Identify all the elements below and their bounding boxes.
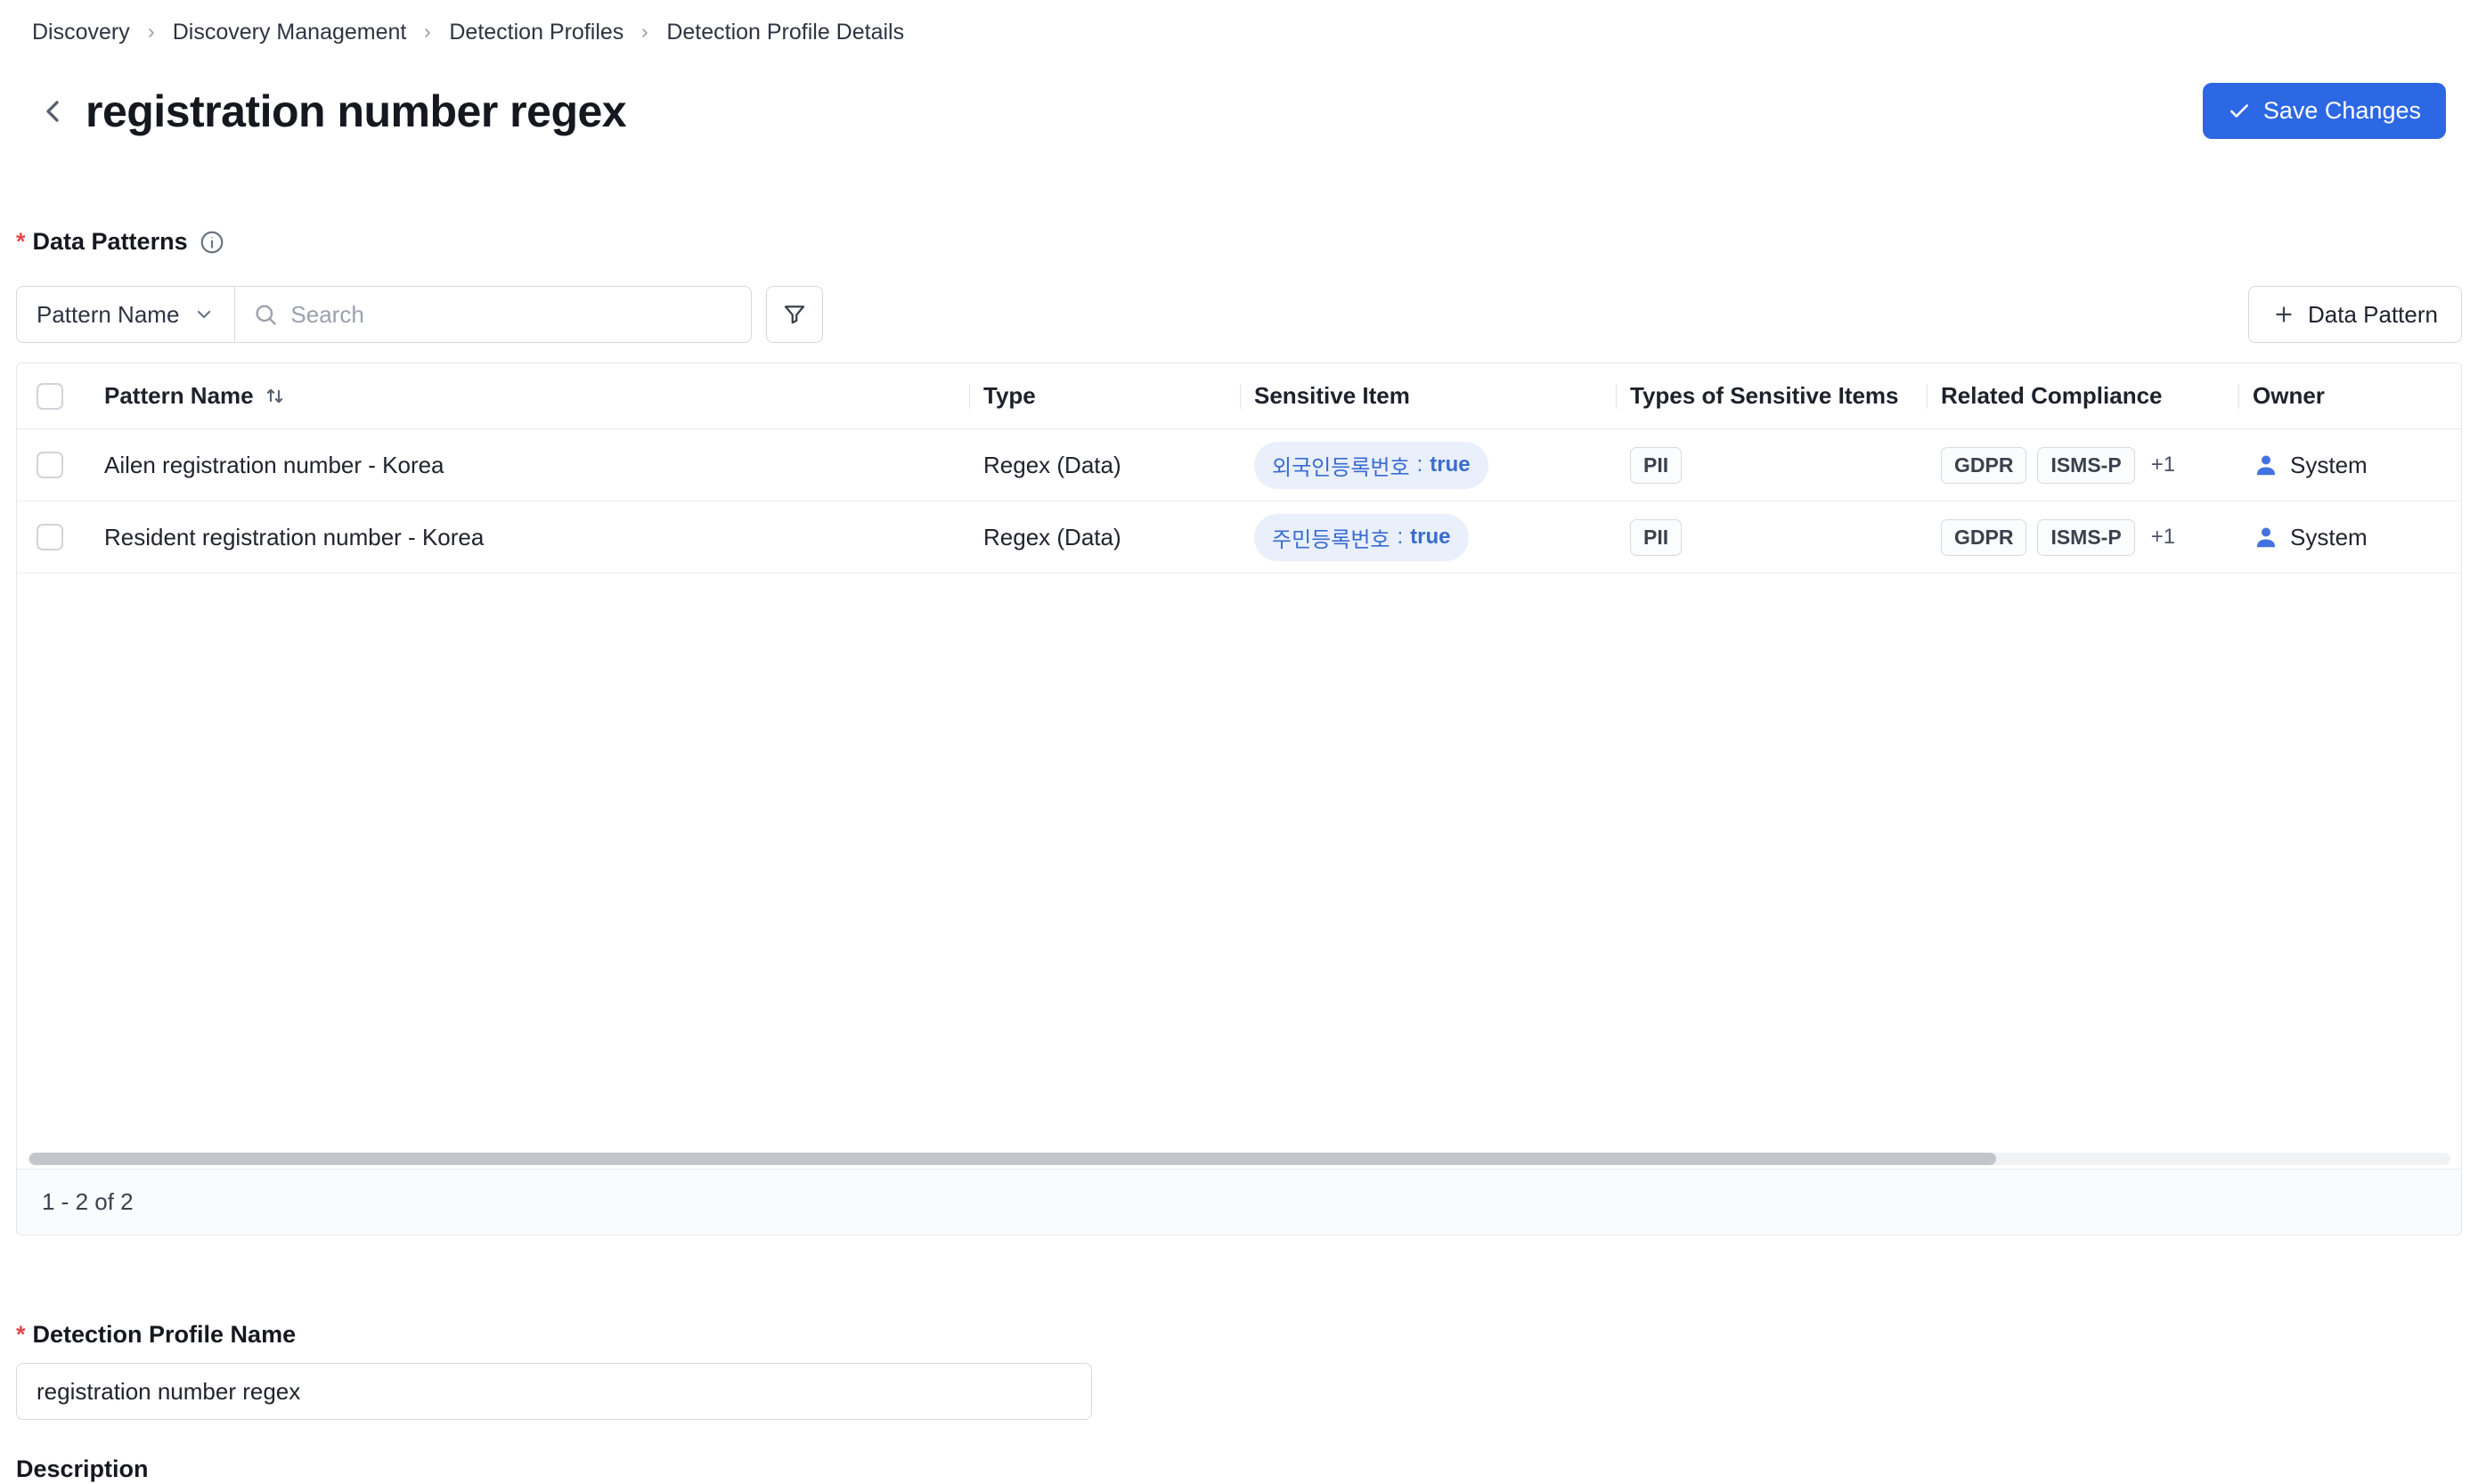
sensitive-item-label: 외국인등록번호 [1272, 450, 1410, 481]
plus-icon [2272, 303, 2295, 326]
chevron-right-icon [144, 26, 159, 40]
type-cell: Regex (Data) [969, 501, 1240, 573]
search-column-select-label: Pattern Name [37, 301, 179, 329]
table-row[interactable]: Ailen registration number - Korea Regex … [17, 429, 2461, 501]
required-marker: * [16, 228, 26, 256]
column-header-types-of-sensitive-items: Types of Sensitive Items [1616, 363, 1927, 428]
data-patterns-section-label: * Data Patterns [16, 228, 2462, 256]
pattern-name-cell: Resident registration number - Korea [90, 501, 969, 573]
select-all-checkbox[interactable] [37, 383, 63, 410]
search-icon [253, 302, 278, 327]
detection-profile-name-input[interactable] [16, 1363, 1092, 1420]
data-patterns-table: Pattern Name Type Sensitive Item Types o… [16, 363, 2462, 1235]
horizontal-scrollbar-thumb[interactable] [29, 1153, 1996, 1165]
compliance-badge: GDPR [1941, 519, 2026, 556]
chevron-left-icon [35, 94, 70, 129]
column-header-sensitive-item: Sensitive Item [1240, 363, 1616, 428]
horizontal-scrollbar-track[interactable] [28, 1153, 2450, 1165]
sensitive-type-badge: PII [1630, 519, 1682, 556]
table-footer: 1 - 2 of 2 [17, 1169, 2461, 1235]
add-data-pattern-label: Data Pattern [2308, 301, 2438, 329]
breadcrumb-detection-profile-details: Detection Profile Details [666, 20, 904, 45]
breadcrumb-discovery[interactable]: Discovery [32, 20, 130, 45]
column-header-type: Type [969, 363, 1240, 428]
column-header-related-compliance: Related Compliance [1927, 363, 2238, 428]
sort-icon[interactable] [263, 384, 287, 408]
sensitive-item-value: true [1430, 453, 1470, 477]
sensitive-item-pill: 외국인등록번호 : true [1254, 442, 1488, 489]
row-checkbox[interactable] [37, 452, 63, 478]
search-box [235, 286, 752, 343]
search-input[interactable] [290, 301, 733, 329]
compliance-badge: ISMS-P [2037, 447, 2134, 484]
chevron-down-icon [193, 304, 215, 325]
data-patterns-toolbar: Pattern Name Data Pattern [16, 286, 2462, 343]
sensitive-item-separator: : [1417, 453, 1423, 477]
horizontal-scrollbar [17, 1149, 2461, 1169]
page-header: registration number regex Save Changes [0, 45, 2478, 139]
column-header-pattern-name[interactable]: Pattern Name [90, 363, 969, 428]
sensitive-item-separator: : [1397, 525, 1403, 550]
filter-button[interactable] [766, 286, 823, 343]
sensitive-item-label: 주민등록번호 [1272, 522, 1390, 553]
search-filter-group: Pattern Name [16, 286, 752, 343]
compliance-more-count[interactable]: +1 [2151, 525, 2175, 550]
data-patterns-title: Data Patterns [33, 228, 188, 256]
breadcrumb-detection-profiles[interactable]: Detection Profiles [449, 20, 624, 45]
table-empty-space [17, 574, 2461, 1149]
sensitive-item-value: true [1410, 525, 1450, 550]
column-header-pattern-name-label: Pattern Name [104, 382, 254, 410]
row-checkbox[interactable] [37, 524, 63, 550]
funnel-icon [781, 301, 808, 328]
check-icon [2228, 100, 2251, 123]
sensitive-type-badge: PII [1630, 447, 1682, 484]
description-label: Description [16, 1455, 2462, 1483]
compliance-badge: GDPR [1941, 447, 2026, 484]
page-title: registration number regex [86, 86, 626, 137]
save-changes-label: Save Changes [2263, 97, 2421, 125]
chevron-right-icon [420, 26, 435, 40]
breadcrumb-discovery-management[interactable]: Discovery Management [173, 20, 407, 45]
type-cell: Regex (Data) [969, 429, 1240, 501]
table-header-row: Pattern Name Type Sensitive Item Types o… [17, 363, 2461, 429]
info-icon[interactable] [199, 229, 225, 256]
save-changes-button[interactable]: Save Changes [2203, 83, 2446, 139]
required-marker: * [16, 1321, 26, 1349]
search-column-select[interactable]: Pattern Name [16, 286, 235, 343]
compliance-badge: ISMS-P [2037, 519, 2134, 556]
breadcrumb: Discovery Discovery Management Detection… [0, 0, 2478, 45]
back-button[interactable] [32, 91, 73, 132]
owner-name: System [2290, 524, 2368, 551]
user-icon [2253, 524, 2279, 550]
pagination-label: 1 - 2 of 2 [42, 1188, 134, 1216]
detection-profile-name-label-text: Detection Profile Name [33, 1321, 297, 1349]
add-data-pattern-button[interactable]: Data Pattern [2248, 286, 2462, 343]
pattern-name-cell: Ailen registration number - Korea [90, 429, 969, 501]
user-icon [2253, 452, 2279, 478]
compliance-more-count[interactable]: +1 [2151, 453, 2175, 477]
detection-profile-name-label: * Detection Profile Name [16, 1321, 2462, 1349]
owner-name: System [2290, 452, 2368, 479]
chevron-right-icon [638, 26, 652, 40]
sensitive-item-pill: 주민등록번호 : true [1254, 514, 1469, 561]
main-content: * Data Patterns Pattern Name Data Patter… [0, 228, 2478, 1483]
table-row[interactable]: Resident registration number - Korea Reg… [17, 501, 2461, 574]
column-header-owner: Owner [2238, 363, 2461, 428]
